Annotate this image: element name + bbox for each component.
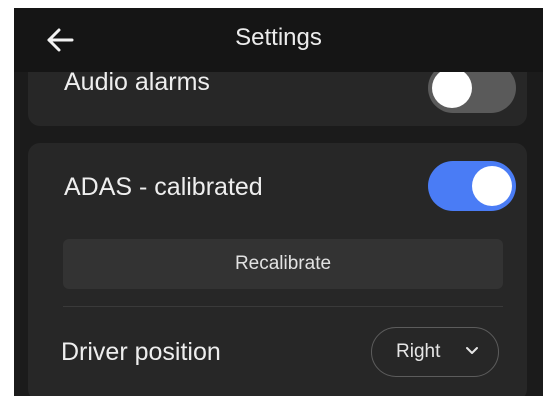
divider xyxy=(63,306,503,307)
settings-screen: Audio alarms ADAS - calibrated Recalibra… xyxy=(14,8,543,396)
chevron-down-icon xyxy=(466,347,478,354)
toggle-knob xyxy=(432,68,472,108)
toggle-knob xyxy=(472,166,512,206)
top-bar: Settings xyxy=(14,8,543,72)
adas-toggle[interactable] xyxy=(428,161,516,211)
back-button[interactable] xyxy=(42,24,78,56)
arrow-left-icon xyxy=(47,28,74,52)
recalibrate-button[interactable]: Recalibrate xyxy=(63,239,503,289)
driver-position-label: Driver position xyxy=(61,338,221,366)
driver-position-value: Right xyxy=(396,341,441,362)
adas-card: ADAS - calibrated Recalibrate Driver pos… xyxy=(28,143,527,396)
adas-label: ADAS - calibrated xyxy=(64,173,263,201)
page-title: Settings xyxy=(235,24,322,51)
audio-alarms-label: Audio alarms xyxy=(64,68,210,96)
driver-position-select[interactable]: Right xyxy=(371,327,499,377)
